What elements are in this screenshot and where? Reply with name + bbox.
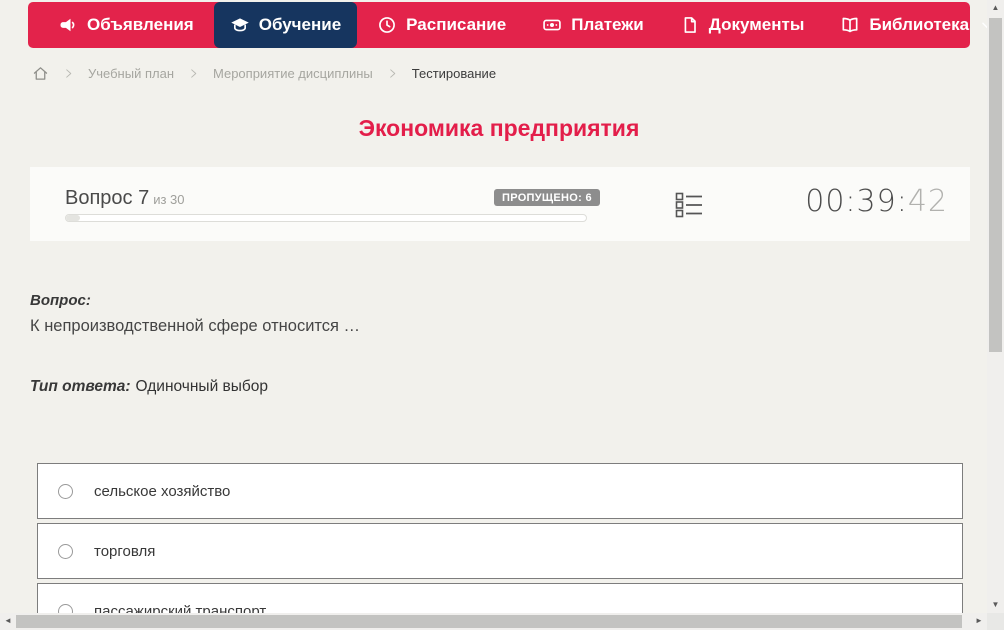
main-nav: Объявления Обучение Расписание Платежи Д…	[28, 2, 992, 48]
clock-icon	[377, 15, 397, 35]
timer-hours-minutes: 00:39:	[805, 184, 908, 219]
scroll-right-arrow-icon[interactable]: ►	[972, 617, 986, 625]
breadcrumb: Учебный план Мероприятие дисциплины Тест…	[32, 63, 496, 83]
question-total: из 30	[153, 192, 185, 207]
nav-item-learning[interactable]: Обучение	[213, 2, 358, 48]
vertical-scrollbar[interactable]: ▲ ▼	[987, 0, 1004, 613]
home-icon[interactable]	[32, 65, 49, 82]
scroll-left-arrow-icon[interactable]: ◄	[1, 617, 15, 625]
nav-item-label: Расписание	[406, 15, 507, 34]
answer-option-label: сельское хозяйство	[94, 482, 231, 500]
timer: 00:39:42	[805, 184, 948, 219]
quiz-page: Объявления Обучение Расписание Платежи Д…	[0, 0, 1004, 630]
horizontal-scrollbar[interactable]: ◄ ►	[0, 613, 987, 630]
scroll-up-arrow-icon[interactable]: ▲	[987, 4, 1004, 12]
answer-type-label: Тип ответа:	[30, 378, 131, 395]
book-icon	[840, 15, 860, 35]
quiz-header-panel: Вопрос 7 из 30 ПРОПУЩЕНО: 6 00:39:42	[30, 167, 970, 241]
nav-item-label: Обучение	[258, 15, 342, 34]
progress-bar	[65, 214, 587, 222]
breadcrumb-discipline-events[interactable]: Мероприятие дисциплины	[213, 66, 373, 81]
scrollbar-corner	[987, 613, 1004, 630]
question-counter: Вопрос 7 из 30	[65, 187, 185, 210]
nav-item-label: Платежи	[571, 15, 644, 34]
progress-fill	[66, 215, 80, 221]
question-list-icon[interactable]	[675, 191, 703, 219]
nav-item-label: Библиотека	[869, 15, 970, 34]
nav-item-label: Документы	[708, 15, 805, 34]
answer-type-value: Одиночный выбор	[135, 378, 269, 395]
question-number: Вопрос 7	[65, 187, 150, 209]
scroll-down-arrow-icon[interactable]: ▼	[987, 601, 1004, 609]
answer-option-1[interactable]: сельское хозяйство	[37, 463, 963, 519]
graduation-cap-icon	[230, 15, 250, 35]
answer-type-row: Тип ответа: Одиночный выбор	[30, 378, 268, 396]
answer-option-2[interactable]: торговля	[37, 523, 963, 579]
answer-option-label: торговля	[94, 542, 156, 560]
radio-button[interactable]	[58, 543, 73, 559]
radio-button[interactable]	[58, 483, 73, 499]
breadcrumb-study-plan[interactable]: Учебный план	[88, 66, 174, 81]
chevron-right-icon	[387, 68, 398, 79]
megaphone-icon	[58, 15, 78, 35]
nav-item-label: Объявления	[87, 15, 194, 34]
timer-seconds: 42	[907, 184, 948, 219]
page-title: Экономика предприятия	[358, 115, 640, 141]
question-heading: Вопрос:	[30, 292, 91, 309]
nav-item-documents[interactable]: Документы	[664, 2, 821, 48]
horizontal-scrollbar-thumb[interactable]	[16, 615, 962, 628]
question-text: К непроизводственной сфере относится …	[30, 317, 361, 335]
skipped-badge: ПРОПУЩЕНО: 6	[494, 189, 600, 206]
nav-item-library[interactable]: Библиотека	[824, 2, 1004, 48]
document-icon	[680, 15, 700, 35]
nav-item-announcements[interactable]: Объявления	[42, 2, 210, 48]
nav-item-schedule[interactable]: Расписание	[361, 2, 522, 48]
nav-item-payments[interactable]: Платежи	[526, 2, 660, 48]
chevron-right-icon	[63, 68, 74, 79]
chevron-right-icon	[188, 68, 199, 79]
vertical-scrollbar-thumb[interactable]	[989, 18, 1002, 352]
cash-icon	[542, 15, 562, 35]
answer-options: сельское хозяйство торговля пассажирский…	[37, 463, 963, 630]
breadcrumb-testing: Тестирование	[411, 65, 497, 81]
